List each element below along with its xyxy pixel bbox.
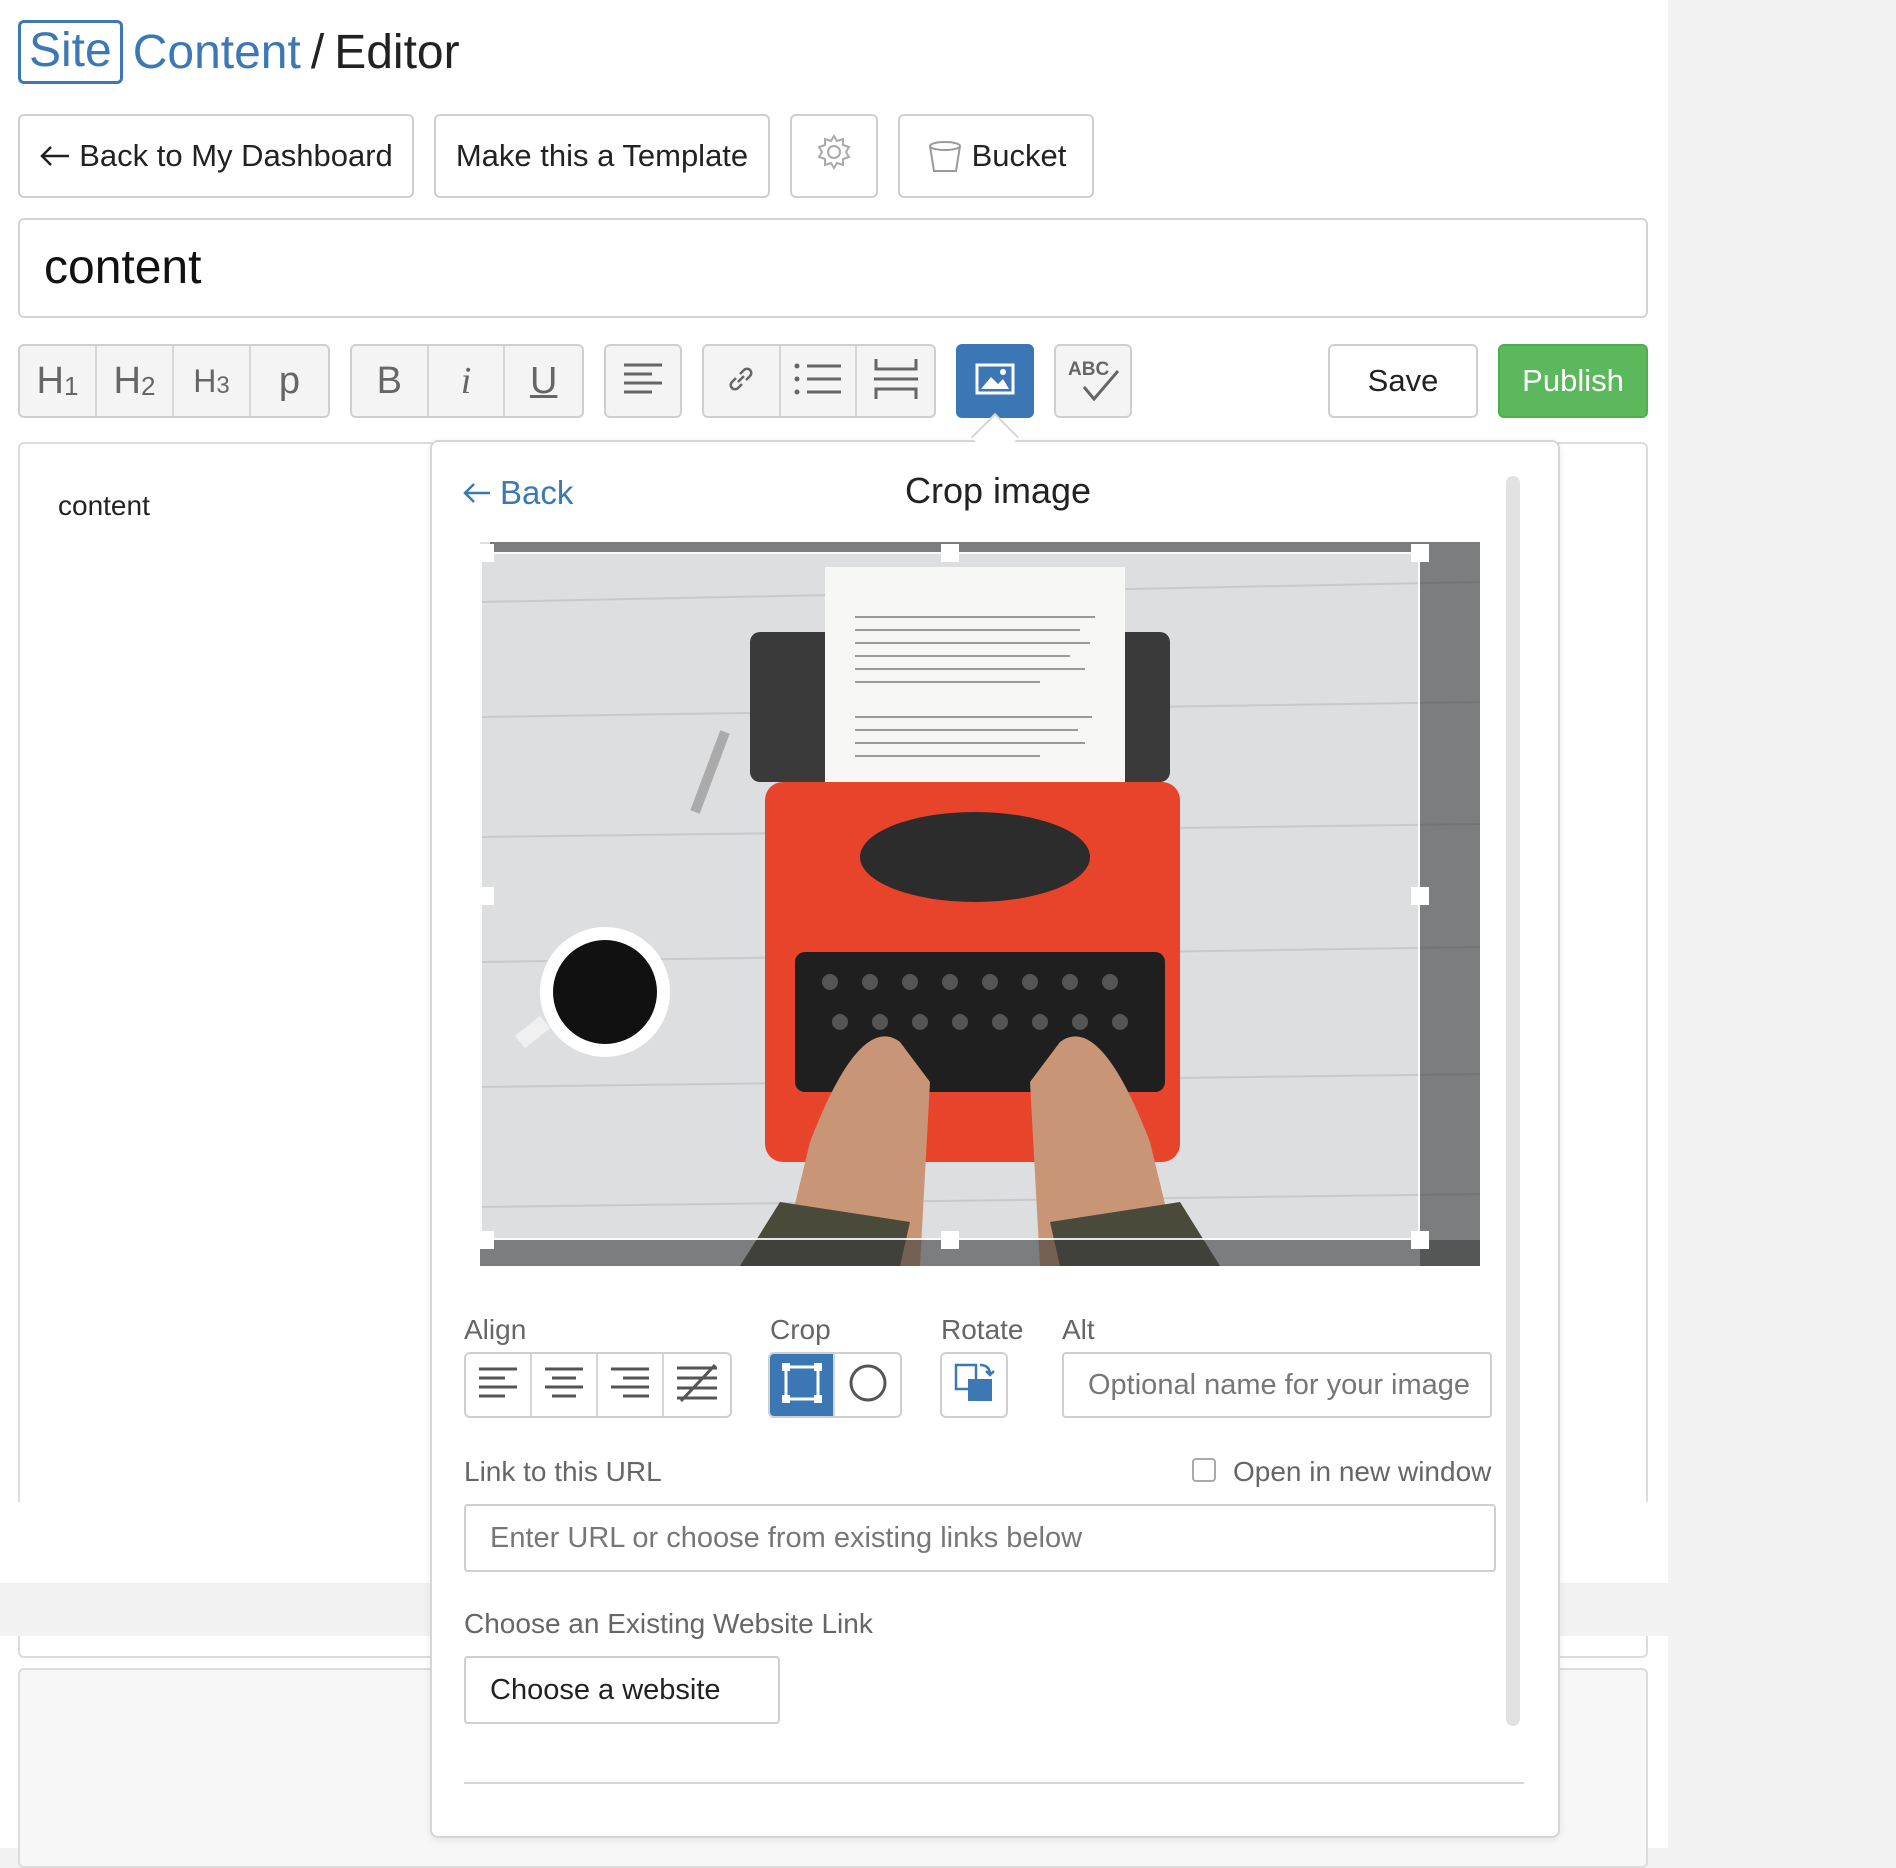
align-right-icon <box>609 1366 651 1405</box>
title-input[interactable]: content <box>18 218 1648 318</box>
rotate-group <box>940 1352 1008 1418</box>
rotate-icon <box>952 1361 996 1410</box>
crop-selection-frame[interactable] <box>480 552 1420 1240</box>
image-button[interactable] <box>956 344 1034 418</box>
breadcrumb: Site Content / Editor <box>18 20 460 84</box>
spellcheck-icon: ABC <box>1066 359 1120 403</box>
link-icon <box>725 363 757 400</box>
link-button[interactable] <box>704 346 781 416</box>
crop-handle-bottom-right[interactable] <box>1411 1231 1429 1249</box>
back-to-dashboard-button[interactable]: Back to My Dashboard <box>18 114 414 198</box>
existing-link-label: Choose an Existing Website Link <box>464 1608 873 1639</box>
gear-icon <box>814 132 854 180</box>
crop-circle-button[interactable] <box>835 1354 900 1416</box>
editor-body-text[interactable]: content <box>58 490 150 522</box>
rotate-label: Rotate <box>941 1314 1024 1345</box>
h3-sub: 3 <box>216 372 230 399</box>
bucket-button[interactable]: Bucket <box>898 114 1094 198</box>
alt-label: Alt <box>1062 1314 1095 1345</box>
align-none-icon <box>675 1363 719 1408</box>
alt-text-input[interactable]: Optional name for your image <box>1062 1352 1492 1418</box>
arrow-left-icon <box>39 144 71 168</box>
rectangle-crop-icon <box>781 1362 823 1409</box>
crop-handle-bottom[interactable] <box>941 1231 959 1249</box>
h1-button[interactable]: H1 <box>20 346 97 416</box>
publish-button[interactable]: Publish <box>1498 344 1648 418</box>
align-left-icon <box>477 1366 519 1405</box>
image-align-center-button[interactable] <box>532 1354 598 1416</box>
save-button[interactable]: Save <box>1328 344 1478 418</box>
circle-crop-icon <box>847 1362 889 1409</box>
popup-divider <box>464 1782 1524 1784</box>
crop-label: Crop <box>770 1314 831 1345</box>
h1-sub: 1 <box>63 370 79 401</box>
open-new-window-checkbox[interactable] <box>1192 1458 1216 1482</box>
italic-label: i <box>460 360 472 402</box>
h2-label: H <box>113 359 141 402</box>
link-url-input[interactable]: Enter URL or choose from existing links … <box>464 1504 1496 1572</box>
crop-dim-right <box>1420 542 1480 1266</box>
align-button[interactable] <box>604 344 682 418</box>
breadcrumb-separator: / <box>310 25 325 79</box>
crop-rectangle-button[interactable] <box>770 1354 836 1416</box>
crop-handle-left[interactable] <box>480 887 494 905</box>
popup-back-label: Back <box>500 474 574 511</box>
settings-button[interactable] <box>790 114 878 198</box>
make-template-label: Make this a Template <box>455 138 749 173</box>
link-url-label: Link to this URL <box>464 1456 662 1487</box>
bold-button[interactable]: B <box>352 346 429 416</box>
underline-label: U <box>529 359 558 402</box>
choose-website-button[interactable]: Choose a website <box>464 1656 780 1724</box>
underline-button[interactable]: U <box>505 346 582 416</box>
paragraph-label: p <box>278 359 301 402</box>
paragraph-button[interactable]: p <box>251 346 328 416</box>
h3-button[interactable]: H3 <box>174 346 251 416</box>
align-center-icon <box>543 1366 585 1405</box>
crop-handle-top-left[interactable] <box>480 544 494 562</box>
horizontal-rule-button[interactable] <box>857 346 934 416</box>
bold-label: B <box>376 359 403 402</box>
align-label: Align <box>464 1314 527 1345</box>
heading-toolbar-group: H1 H2 H3 p <box>18 344 330 418</box>
popup-title: Crop image <box>905 470 1092 511</box>
image-align-none-button[interactable] <box>664 1354 730 1416</box>
crop-area[interactable] <box>480 542 1480 1266</box>
crop-handle-bottom-left[interactable] <box>480 1231 494 1249</box>
bucket-label: Bucket <box>971 138 1067 173</box>
text-style-toolbar-group: B i U <box>350 344 584 418</box>
back-to-dashboard-label: Back to My Dashboard <box>79 138 393 173</box>
crop-dim-bottom <box>480 1240 1480 1266</box>
crop-handle-right[interactable] <box>1411 887 1429 905</box>
bullet-list-icon <box>793 361 843 402</box>
image-align-right-button[interactable] <box>598 1354 664 1416</box>
align-left-icon <box>622 361 664 402</box>
popup-back-link[interactable]: Back <box>462 474 573 512</box>
list-button[interactable] <box>781 346 858 416</box>
rotate-button[interactable] <box>942 1354 1006 1416</box>
h2-sub: 2 <box>140 370 156 401</box>
image-align-left-button[interactable] <box>466 1354 532 1416</box>
crop-shape-group <box>768 1352 902 1418</box>
image-align-group <box>464 1352 732 1418</box>
image-icon <box>975 363 1015 400</box>
crop-handle-top-right[interactable] <box>1411 544 1429 562</box>
spellcheck-button[interactable]: ABC <box>1054 344 1132 418</box>
popup-scrollbar[interactable] <box>1506 476 1520 1726</box>
breadcrumb-site-link[interactable]: Site <box>18 20 123 84</box>
insert-toolbar-group <box>702 344 936 418</box>
h1-label: H <box>36 359 64 402</box>
bucket-icon <box>926 137 964 175</box>
breadcrumb-current: Editor <box>334 25 460 79</box>
h3-label: H <box>193 362 217 399</box>
italic-button[interactable]: i <box>429 346 506 416</box>
breadcrumb-content-link[interactable]: Content <box>133 25 301 80</box>
horizontal-rule-icon <box>872 357 920 406</box>
open-new-window-label: Open in new window <box>1233 1456 1492 1487</box>
make-template-button[interactable]: Make this a Template <box>434 114 770 198</box>
h2-button[interactable]: H2 <box>97 346 174 416</box>
crop-handle-top[interactable] <box>941 544 959 562</box>
arrow-left-icon <box>462 481 492 505</box>
